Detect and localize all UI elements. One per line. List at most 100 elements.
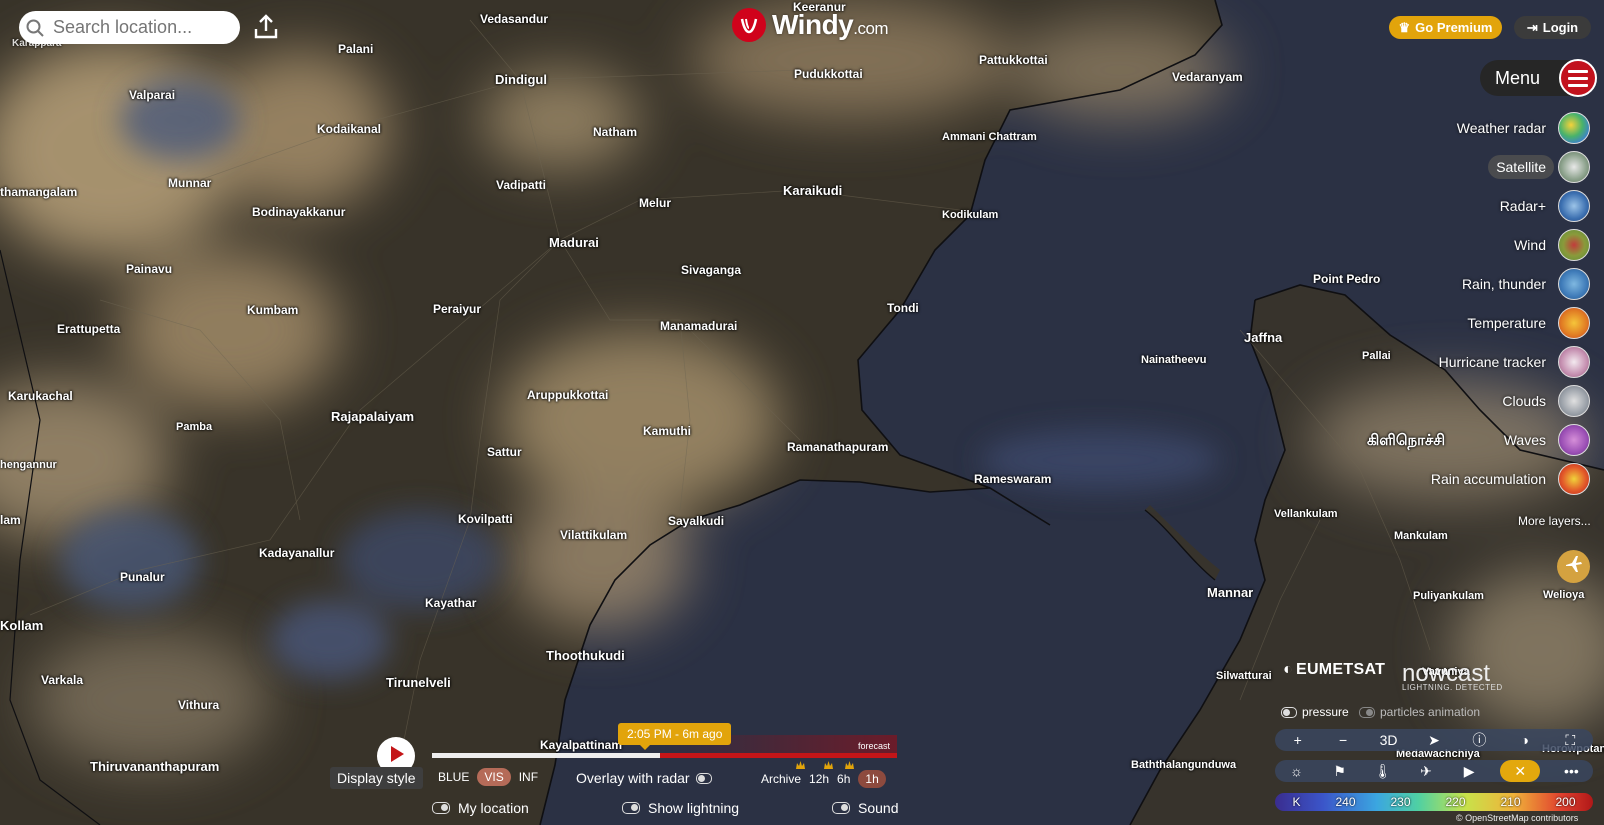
osm-attribution[interactable]: © OpenStreetMap contributors bbox=[1456, 813, 1578, 823]
fullscreen-icon[interactable]: ⛶ bbox=[1558, 732, 1582, 749]
city-label: Mankulam bbox=[1394, 530, 1448, 542]
city-label: Tirunelveli bbox=[386, 675, 451, 690]
display-style-options: BLUE VIS INF bbox=[438, 768, 538, 786]
search-input[interactable] bbox=[51, 16, 225, 39]
particles-toggle[interactable]: particles animation bbox=[1359, 705, 1480, 719]
city-label: Rajapalaiyam bbox=[331, 409, 415, 424]
show-lightning-toggle[interactable]: Show lightning bbox=[622, 800, 739, 816]
airplane-tool-icon[interactable]: ✈ bbox=[1414, 763, 1438, 780]
time-bubble[interactable]: 2:05 PM - 6m ago bbox=[618, 723, 732, 750]
city-label: கிளிநொச்சி bbox=[1367, 432, 1446, 449]
close-overlay-button[interactable]: ✕ bbox=[1500, 760, 1541, 782]
city-label: Punalur bbox=[120, 570, 165, 584]
city-label: Dindigul bbox=[495, 72, 547, 87]
layer-hurricane-tracker[interactable]: Hurricane tracker bbox=[1431, 345, 1590, 379]
city-label: Jaffna bbox=[1244, 330, 1283, 345]
city-label: Painavu bbox=[126, 262, 173, 276]
timeline-forecast bbox=[659, 753, 897, 758]
city-label: Karaikudi bbox=[783, 183, 843, 198]
city-label: Point Pedro bbox=[1313, 272, 1381, 286]
style-option-blue[interactable]: BLUE bbox=[438, 770, 469, 784]
map-controls: + − 3D ➤ ⓘ ◑ ⛶ bbox=[1275, 729, 1593, 751]
city-label: Ammani Chattram bbox=[942, 131, 1037, 143]
windy-logo[interactable]: Windy.com bbox=[732, 8, 889, 42]
city-label: Mannar bbox=[1207, 585, 1254, 600]
info-icon[interactable]: ⓘ bbox=[1467, 730, 1491, 750]
toggle-switch bbox=[1359, 706, 1375, 718]
zoom-in-button[interactable]: + bbox=[1286, 732, 1310, 748]
pressure-toggle[interactable]: pressure bbox=[1281, 705, 1349, 719]
forecast-label: forecast bbox=[858, 741, 891, 751]
city-label: Vellankulam bbox=[1274, 508, 1338, 520]
airport-button[interactable] bbox=[1557, 550, 1590, 583]
contrast-icon[interactable]: ◑ bbox=[1513, 732, 1537, 748]
layer-radar-plus[interactable]: Radar+ bbox=[1492, 189, 1590, 223]
share-icon[interactable] bbox=[251, 12, 281, 42]
city-label: Sivaganga bbox=[681, 263, 742, 277]
zoom-out-button[interactable]: − bbox=[1331, 732, 1355, 748]
more-icon[interactable]: ••• bbox=[1559, 763, 1583, 779]
layer-rain-accumulation[interactable]: Rain accumulation bbox=[1423, 462, 1590, 496]
city-label: Kayalpattinam bbox=[540, 738, 623, 752]
city-label: Vedasandur bbox=[480, 12, 549, 26]
style-option-vis[interactable]: VIS bbox=[477, 768, 511, 786]
range-option-12h[interactable]: 12h bbox=[809, 761, 834, 786]
city-label: Aruppukkottai bbox=[527, 388, 609, 402]
city-label: Varkala bbox=[41, 673, 84, 687]
hurricane-tracker-icon bbox=[1558, 346, 1590, 378]
layer-waves[interactable]: Waves bbox=[1496, 423, 1590, 457]
satellite-map[interactable] bbox=[0, 0, 1604, 825]
flag-icon[interactable]: ⚑ bbox=[1328, 763, 1352, 780]
search-box[interactable] bbox=[19, 11, 240, 44]
eumetsat-icon: ◐ bbox=[1283, 661, 1293, 678]
city-label: Kovilpatti bbox=[458, 512, 513, 526]
city-label: Kayathar bbox=[425, 596, 477, 610]
layer-weather-radar[interactable]: Weather radar bbox=[1449, 111, 1590, 145]
play-icon bbox=[386, 744, 406, 769]
city-label: Kadayanallur bbox=[259, 546, 335, 560]
style-option-inf[interactable]: INF bbox=[519, 770, 538, 784]
city-label: Kodikulam bbox=[942, 209, 999, 221]
city-label: Thiruvananthapuram bbox=[90, 759, 220, 774]
webcam-icon[interactable]: ▶ bbox=[1457, 763, 1481, 780]
3d-button[interactable]: 3D bbox=[1377, 732, 1401, 748]
layer-satellite[interactable]: Satellite bbox=[1488, 150, 1590, 184]
city-label: Sattur bbox=[487, 445, 522, 459]
my-location-toggle[interactable]: My location bbox=[432, 800, 529, 816]
rain-thunder-icon bbox=[1558, 268, 1590, 300]
thermometer-icon[interactable]: 🌡 bbox=[1371, 763, 1395, 780]
crown-icon bbox=[796, 761, 806, 769]
layer-clouds[interactable]: Clouds bbox=[1494, 384, 1590, 418]
city-label: Vithura bbox=[178, 698, 220, 712]
go-premium-button[interactable]: ♛ Go Premium bbox=[1389, 16, 1502, 39]
locate-icon[interactable]: ➤ bbox=[1422, 732, 1446, 749]
city-label: Kumbam bbox=[247, 303, 299, 317]
city-label: Melur bbox=[639, 196, 672, 210]
rain-accumulation-icon bbox=[1558, 463, 1590, 495]
layer-temperature[interactable]: Temperature bbox=[1459, 306, 1590, 340]
toggle-switch bbox=[695, 772, 712, 784]
range-option-6h[interactable]: 6h bbox=[837, 761, 855, 786]
layer-rain-thunder[interactable]: Rain, thunder bbox=[1454, 267, 1590, 301]
range-option-1h[interactable]: 1h bbox=[858, 770, 886, 788]
overlay-radar-toggle[interactable]: Overlay with radar bbox=[576, 770, 712, 786]
city-label: Bodinayakkanur bbox=[252, 205, 346, 219]
menu-button[interactable]: Menu bbox=[1480, 59, 1597, 97]
crown-icon: ♛ bbox=[1398, 19, 1411, 35]
city-label: Madurai bbox=[549, 235, 599, 250]
login-button[interactable]: ⇥ Login bbox=[1514, 16, 1591, 39]
city-label: Nainatheevu bbox=[1141, 354, 1207, 366]
city-label: Welioya bbox=[1543, 589, 1585, 601]
eumetsat-logo: ◐ EUMETSAT bbox=[1283, 661, 1386, 678]
layer-wind[interactable]: Wind bbox=[1506, 228, 1590, 262]
city-label: Silwatturai bbox=[1216, 670, 1272, 682]
city-label: Sayalkudi bbox=[668, 514, 725, 528]
display-style-tooltip: Display style bbox=[330, 767, 423, 789]
timeline-bar[interactable] bbox=[432, 735, 897, 758]
sound-toggle[interactable]: Sound bbox=[832, 800, 898, 816]
weather-icon[interactable]: ☼ bbox=[1285, 763, 1309, 779]
archive-option[interactable]: Archive bbox=[761, 761, 806, 786]
crown-icon bbox=[824, 761, 834, 769]
more-layers-link[interactable]: More layers... bbox=[1518, 514, 1591, 528]
city-label: Vedaranyam bbox=[1172, 70, 1243, 84]
